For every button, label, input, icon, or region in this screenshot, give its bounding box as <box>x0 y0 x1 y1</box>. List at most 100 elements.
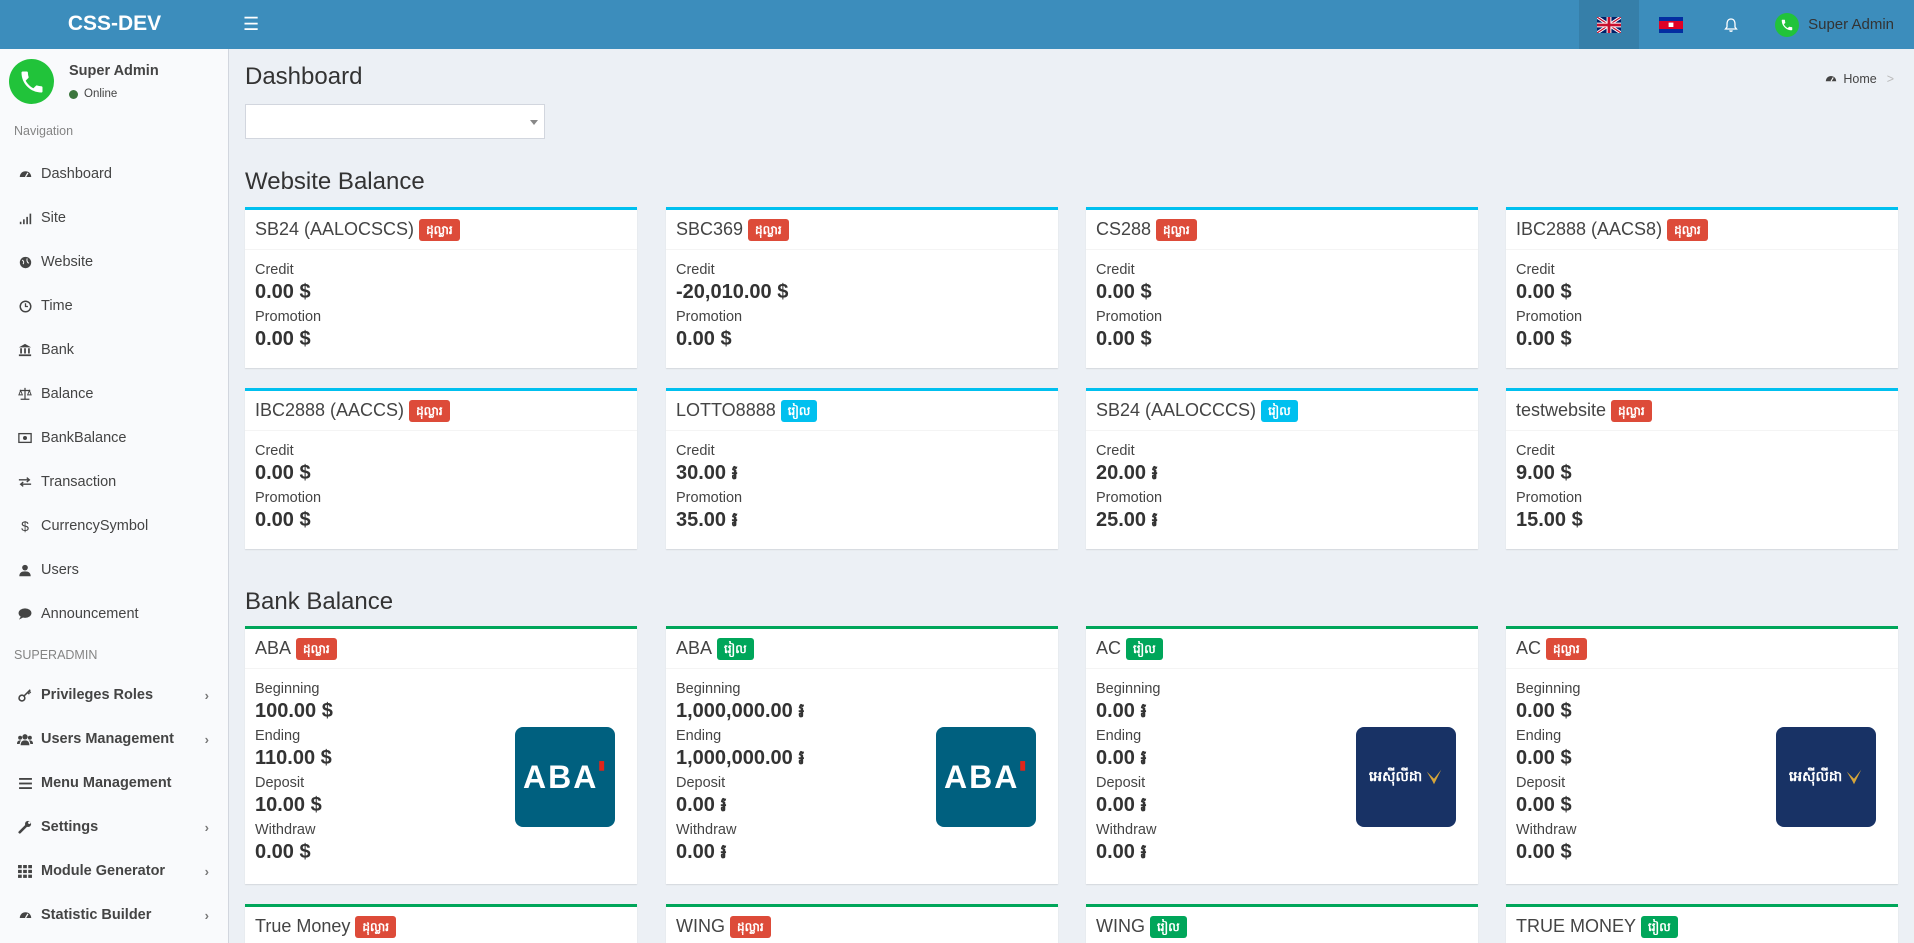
currency-badge: ដុល្លារ <box>730 915 771 938</box>
card-body: Credit 0.00 $ Promotion 0.00 $ <box>1086 250 1478 362</box>
dashboard-icon <box>17 907 33 923</box>
acleda-bank-logo: អេស៊ីលីដា <box>1776 727 1876 827</box>
sidebar-toggle-icon[interactable]: ☰ <box>243 13 259 35</box>
sidebar-item-label: Privileges Roles <box>41 687 154 703</box>
sidebar-item-currencysymbol[interactable]: $ CurrencySymbol <box>0 506 229 546</box>
promotion-value: 0.00 $ <box>676 328 732 350</box>
beginning-label: Beginning <box>1516 681 1581 697</box>
bank-logo-text: ABA <box>944 758 1020 795</box>
card-body: Credit 20.00 ៛ Promotion 25.00 ៛ <box>1086 431 1478 543</box>
sidebar-item-label: Settings <box>41 819 99 835</box>
sidebar-item-announcement[interactable]: Announcement <box>0 594 229 634</box>
withdraw-value: 0.00 ៛ <box>676 841 727 863</box>
card-header: ABA ដុល្លារ <box>245 629 637 669</box>
currency-badge: រៀល <box>1261 399 1298 422</box>
sidebar-item-label: Time <box>41 298 73 314</box>
sidebar-item-bankbalance[interactable]: BankBalance <box>0 418 229 458</box>
sidebar-item-label: Users <box>41 562 79 578</box>
dashboard-icon <box>17 166 33 182</box>
promotion-label: Promotion <box>1096 309 1163 325</box>
breadcrumb-home-link[interactable]: Home <box>1843 72 1876 86</box>
notifications-button[interactable] <box>1703 0 1759 49</box>
bank-balance-card: ABA ដុល្លារ Beginning 100.00 $ Ending 110.00 … <box>245 626 637 884</box>
sidebar-item-label: Site <box>41 210 66 226</box>
sidebar-item-dashboard[interactable]: Dashboard <box>0 154 229 194</box>
phone-avatar-icon <box>1775 12 1800 37</box>
navbar-right: Super Admin <box>1579 0 1898 49</box>
card-header: SB24 (AALOCSCS) ដុល្លារ <box>245 210 637 250</box>
card-body: Credit 0.00 $ Promotion 0.00 $ <box>245 250 637 362</box>
withdraw-value: 0.00 $ <box>255 841 311 863</box>
language-english-button[interactable] <box>1579 0 1640 49</box>
sidebar-item-users[interactable]: Users <box>0 550 229 590</box>
promotion-value: 15.00 $ <box>1516 509 1583 531</box>
bank-name: WING <box>676 916 725 936</box>
online-status-dot <box>69 89 78 99</box>
user-icon <box>17 562 33 578</box>
website-name: IBC2888 (AACCS) <box>255 400 405 420</box>
card-header: AC ដុល្លារ <box>1506 629 1898 669</box>
bank-balance-card: ABA រៀល Beginning 1,000,000.00 ៛ Ending 1,000… <box>666 626 1058 884</box>
sidebar-item-label: Transaction <box>41 474 117 490</box>
sidebar-item-website[interactable]: Website <box>0 242 229 282</box>
withdraw-value: 0.00 $ <box>1516 841 1572 863</box>
currency-badge: រៀល <box>1126 637 1163 660</box>
sidebar-item-privileges-roles[interactable]: Privileges Roles › <box>0 675 229 715</box>
currency-badge: ដុល្លារ <box>748 218 789 241</box>
website-balance-card: CS288 ដុល្លារ Credit 0.00 $ Promotion 0.00 $ <box>1086 207 1478 368</box>
chevron-right-icon: › <box>204 819 209 835</box>
credit-value: 0.00 $ <box>1516 281 1572 303</box>
sidebar-item-balance[interactable]: Balance <box>0 374 229 414</box>
card-header: AC រៀល <box>1086 629 1478 669</box>
beginning-value: 100.00 $ <box>255 700 333 722</box>
bank-icon <box>17 342 33 358</box>
card-body: Beginning 100.00 $ Ending 110.00 $ Deposit 10… <box>245 669 637 875</box>
user-status: Online <box>69 88 117 100</box>
scale-icon <box>17 386 33 402</box>
bank-logo-text: អេស៊ីលីដា <box>1788 767 1843 784</box>
bank-name: AC <box>1096 638 1122 658</box>
bank-name: ABA <box>676 638 713 658</box>
credit-label: Credit <box>1096 262 1135 278</box>
card-body: Credit 0.00 $ Promotion 0.00 $ <box>245 431 637 543</box>
credit-label: Credit <box>255 262 294 278</box>
sidebar-item-module-generator[interactable]: Module Generator › <box>0 851 229 891</box>
credit-label: Credit <box>676 443 715 459</box>
user-menu[interactable]: Super Admin <box>1759 12 1898 37</box>
currency-badge: ដុល្លារ <box>355 915 397 938</box>
currency-badge: ដុល្លារ <box>1611 399 1652 422</box>
sidebar-header-navigation: Navigation <box>14 124 74 138</box>
bank-balance-card: TRUE MONEY រៀល <box>1506 904 1898 943</box>
card-header: TRUE MONEY រៀល <box>1506 907 1898 943</box>
sidebar-item-time[interactable]: Time <box>0 286 229 326</box>
sidebar-item-statistic-builder[interactable]: Statistic Builder › <box>0 895 229 935</box>
bank-name: AC <box>1516 638 1542 658</box>
card-header: SBC369 ដុល្លារ <box>666 210 1058 250</box>
language-khmer-button[interactable] <box>1639 0 1703 49</box>
sidebar-item-menu-management[interactable]: Menu Management <box>0 763 229 803</box>
beginning-label: Beginning <box>676 681 741 697</box>
sidebar-item-transaction[interactable]: Transaction <box>0 462 229 502</box>
money-icon <box>17 430 33 446</box>
credit-label: Credit <box>1516 262 1555 278</box>
credit-label: Credit <box>1096 443 1135 459</box>
globe-icon <box>17 254 33 270</box>
sidebar: Super Admin Online Navigation Dashboard … <box>0 49 229 943</box>
promotion-label: Promotion <box>1096 490 1163 506</box>
sidebar-item-label: Statistic Builder <box>41 907 152 923</box>
brand-logo[interactable]: CSS-DEV <box>0 0 229 49</box>
website-balance-card: LOTTO8888 រៀល Credit 30.00 ៛ Promotion 35.00 … <box>666 388 1058 549</box>
bank-balance-card: WING រៀល <box>1086 904 1478 943</box>
sidebar-item-bank[interactable]: Bank <box>0 330 229 370</box>
sidebar-item-settings[interactable]: Settings › <box>0 807 229 847</box>
sidebar-item-users-management[interactable]: Users Management › <box>0 719 229 759</box>
comment-icon <box>17 606 33 622</box>
filter-select[interactable] <box>245 104 545 139</box>
chevron-right-icon: › <box>204 731 209 747</box>
bank-name: WING <box>1096 916 1145 936</box>
phone-icon <box>21 71 42 92</box>
sidebar-item-site[interactable]: Site <box>0 198 229 238</box>
bank-balance-heading: Bank Balance <box>245 588 394 615</box>
website-name: testwebsite <box>1516 400 1607 420</box>
card-header: IBC2888 (AACCS) ដុល្លារ <box>245 391 637 431</box>
